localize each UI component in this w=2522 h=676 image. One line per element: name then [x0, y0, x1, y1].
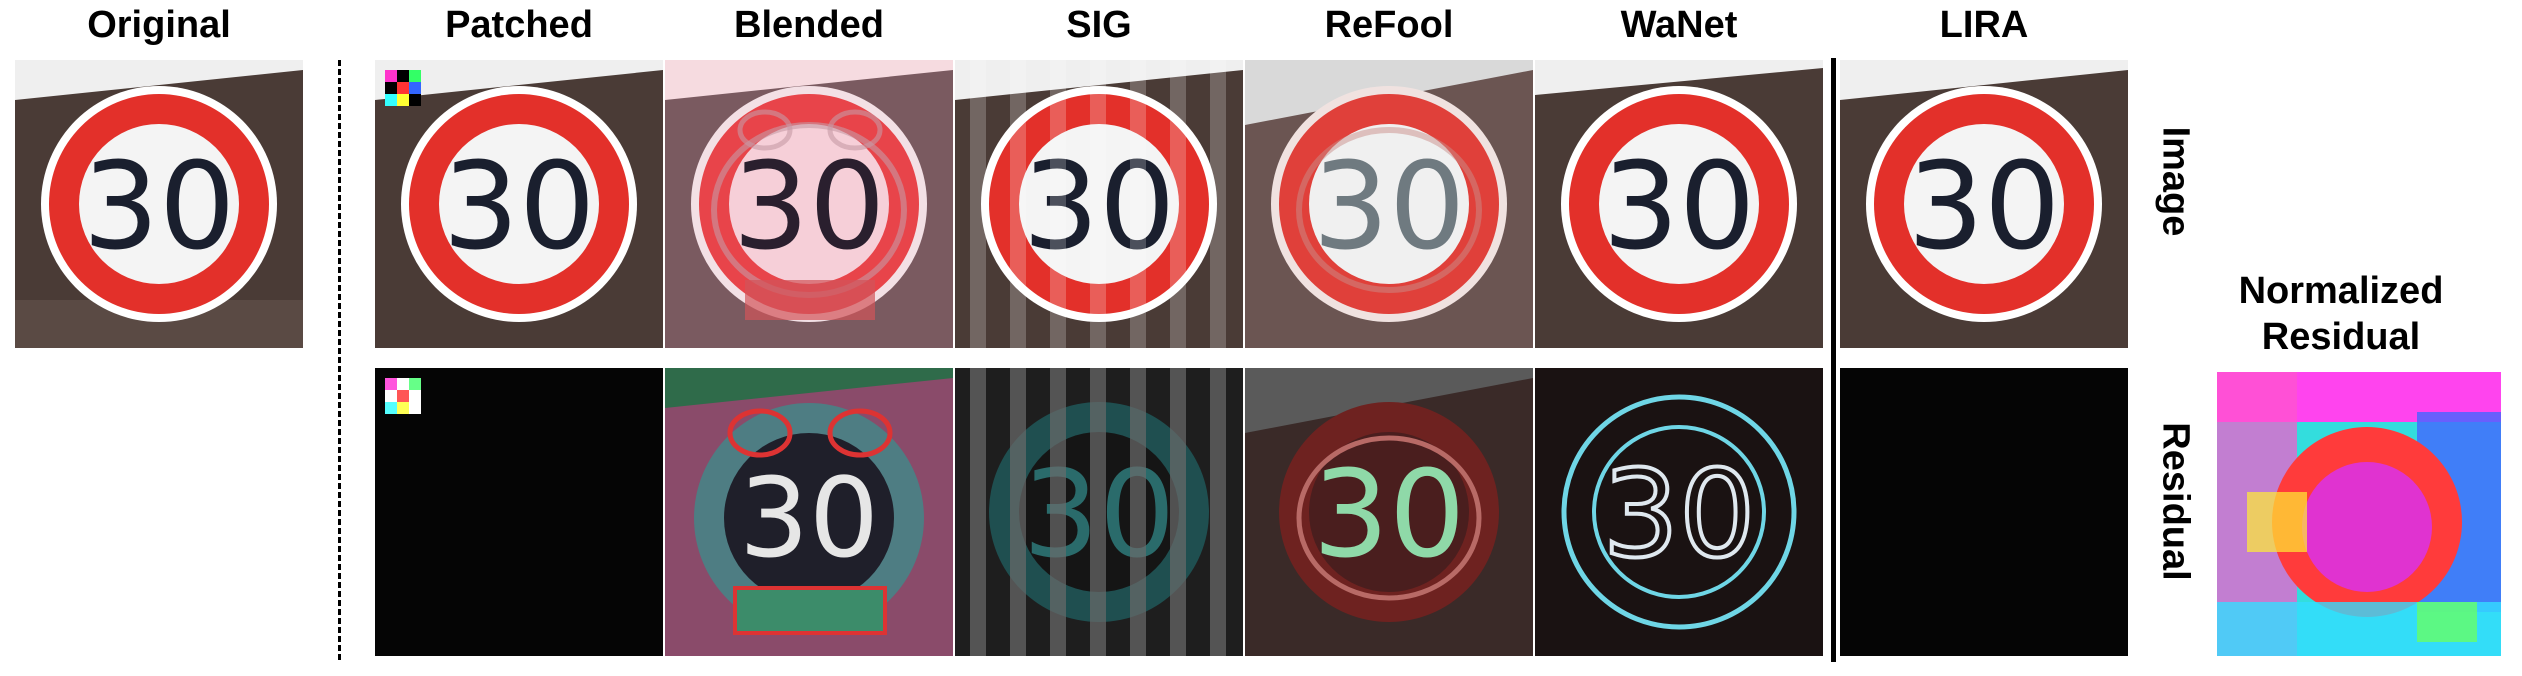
header-original: Original — [87, 4, 231, 46]
normalized-title-line2: Residual — [2261, 316, 2421, 358]
sig-image: 30 — [955, 60, 1243, 348]
svg-text:30: 30 — [733, 138, 886, 277]
header-blended: Blended — [734, 4, 884, 46]
refool-residual: 30 — [1245, 368, 1533, 656]
wanet-residual: 30 — [1535, 368, 1823, 656]
sig-residual: 30 — [955, 368, 1243, 656]
header-sig: SIG — [1066, 4, 1132, 46]
normalized-residual-title: Normalized Residual — [2216, 268, 2466, 360]
blended-image: 30 — [665, 60, 953, 348]
solid-separator — [1831, 58, 1836, 662]
row-label-image: Image — [2154, 126, 2197, 237]
svg-text:30: 30 — [83, 138, 236, 277]
trigger-patch-icon — [385, 70, 421, 106]
svg-text:30: 30 — [739, 454, 879, 582]
header-wanet: WaNet — [1620, 4, 1738, 46]
original-image: 30 — [15, 60, 303, 348]
svg-text:30: 30 — [1603, 446, 1756, 585]
normalized-title-line1: Normalized — [2238, 270, 2444, 312]
svg-text:30: 30 — [1908, 138, 2061, 277]
lira-residual — [1840, 368, 2128, 656]
svg-text:30: 30 — [443, 138, 596, 277]
row-label-residual: Residual — [2154, 422, 2197, 581]
header-refool: ReFool — [1324, 4, 1454, 46]
refool-image: 30 — [1245, 60, 1533, 348]
patched-residual — [375, 368, 663, 656]
svg-text:30: 30 — [1313, 446, 1466, 585]
lira-image: 30 — [1840, 60, 2128, 348]
normalized-residual-image — [2217, 372, 2501, 656]
blended-residual: 30 — [665, 368, 953, 656]
header-patched: Patched — [445, 4, 593, 46]
svg-text:30: 30 — [1313, 138, 1466, 277]
dashed-separator — [338, 60, 341, 660]
header-lira: LIRA — [1939, 4, 2029, 46]
svg-text:30: 30 — [1603, 138, 1756, 277]
wanet-image: 30 — [1535, 60, 1823, 348]
patched-image: 30 — [375, 60, 663, 348]
